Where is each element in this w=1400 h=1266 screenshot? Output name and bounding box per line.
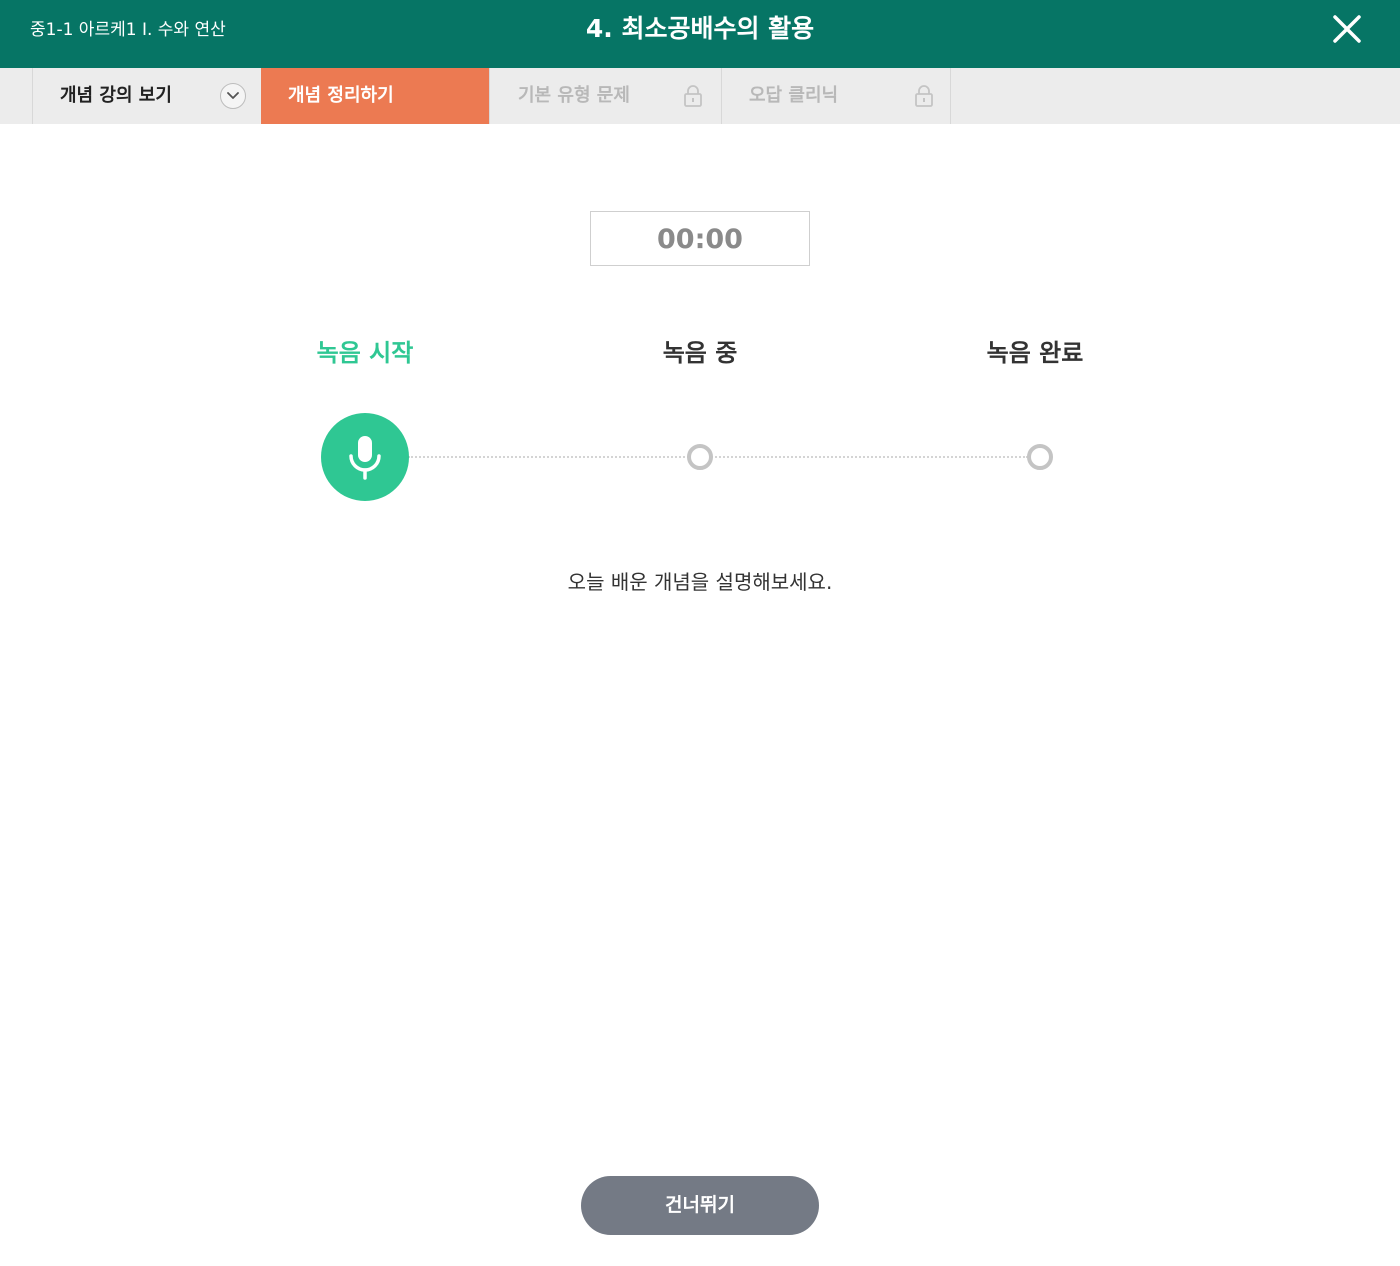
step-label-start: 녹음 시작 (316, 339, 414, 367)
tab-label: 기본 유형 문제 (518, 85, 630, 106)
lock-icon (684, 85, 702, 107)
microphone-icon (349, 436, 381, 480)
breadcrumb: 중1-1 아르케1 Ⅰ. 수와 연산 (30, 20, 226, 40)
step-dot-recording (687, 444, 713, 470)
tab-label: 오답 클리닉 (749, 85, 839, 106)
recording-timer: 00:00 (590, 211, 810, 266)
step-label-recording: 녹음 중 (662, 339, 738, 367)
header-bar: 중1-1 아르케1 Ⅰ. 수와 연산 4. 최소공배수의 활용 (0, 0, 1400, 68)
instruction-text: 오늘 배운 개념을 설명해보세요. (567, 570, 833, 594)
tab-concept-lecture[interactable]: 개념 강의 보기 (32, 68, 261, 124)
step-label-complete: 녹음 완료 (986, 339, 1084, 367)
chevron-down-icon (227, 92, 239, 99)
lock-icon (915, 85, 933, 107)
tab-label: 개념 정리하기 (288, 85, 394, 106)
tab-concept-summary[interactable]: 개념 정리하기 (261, 68, 489, 124)
record-button[interactable] (321, 413, 409, 501)
tab-wrong-answer-clinic[interactable]: 오답 클리닉 (721, 68, 951, 124)
step-dot-complete (1027, 444, 1053, 470)
dropdown-toggle[interactable] (220, 83, 246, 109)
tab-label: 개념 강의 보기 (60, 85, 172, 106)
tab-bar: 개념 강의 보기 개념 정리하기 기본 유형 문제 오답 클리닉 (0, 68, 1400, 124)
step-track (408, 456, 1028, 458)
skip-button[interactable]: 건너뛰기 (581, 1176, 819, 1235)
tab-basic-problems[interactable]: 기본 유형 문제 (489, 68, 721, 124)
close-button[interactable] (1326, 8, 1368, 50)
close-icon (1333, 15, 1361, 43)
